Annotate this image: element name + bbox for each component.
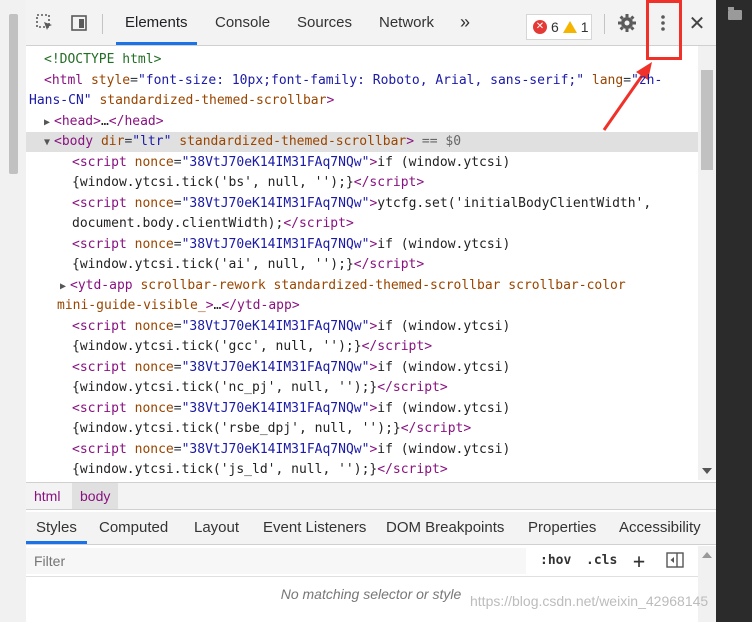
breadcrumb-body[interactable]: body — [72, 483, 119, 509]
dom-node-line[interactable]: {window.ytcsi.tick('bs', null, '');}</sc… — [26, 173, 424, 193]
styles-scrollbar[interactable] — [698, 546, 716, 622]
dom-node-line[interactable]: <script nonce="38VtJ70eK14IM31FAq7NQw">i… — [26, 153, 510, 173]
elements-scrollbar-thumb[interactable] — [701, 70, 713, 170]
add-style-rule-button[interactable]: + — [633, 551, 645, 571]
styles-filter-bar: :hov .cls + — [26, 546, 716, 577]
tab-sources[interactable]: Sources — [297, 0, 352, 45]
scroll-down-arrow[interactable] — [702, 468, 712, 474]
tab-network[interactable]: Network — [379, 0, 434, 45]
toolbar-divider — [102, 14, 103, 34]
dom-node-line[interactable]: {window.ytcsi.tick('rsbe_dpj', null, '')… — [26, 419, 471, 439]
tab-dom-breakpoints[interactable]: DOM Breakpoints — [386, 512, 504, 544]
dom-node-line[interactable]: ▶ <head>…</head> — [26, 112, 164, 132]
styles-tabs: Styles Computed Layout Event Listeners D… — [26, 512, 716, 545]
dom-node-line[interactable]: mini-guide-visible_>…</ytd-app> — [26, 296, 300, 316]
issues-badge[interactable]: ✕ 6 1 — [526, 14, 592, 40]
gear-icon[interactable] — [616, 12, 638, 34]
toolbar-divider — [604, 14, 605, 34]
tab-elements[interactable]: Elements — [116, 0, 197, 45]
dom-node-line[interactable]: {window.ytcsi.tick('gcc', null, '');}</s… — [26, 337, 432, 357]
dom-node-line[interactable]: <script nonce="38VtJ70eK14IM31FAq7NQw">i… — [26, 235, 510, 255]
hov-toggle[interactable]: :hov — [540, 551, 571, 571]
inspect-element-icon[interactable] — [34, 12, 56, 34]
toggle-sidebar-icon[interactable] — [666, 551, 684, 571]
devtools-toolbar: Elements Console Sources Network » ✕ 6 1… — [26, 0, 716, 46]
tab-layout[interactable]: Layout — [194, 512, 239, 544]
tab-console[interactable]: Console — [215, 0, 270, 45]
folder-icon[interactable] — [728, 7, 742, 20]
dom-node-line[interactable]: document.body.clientWidth);</script> — [26, 214, 354, 234]
tab-styles[interactable]: Styles — [26, 512, 87, 544]
selected-node-body[interactable]: ▼ <body dir="ltr" standardized-themed-scr… — [26, 132, 698, 152]
dom-node-line[interactable]: <script nonce="38VtJ70eK14IM31FAq7NQw">i… — [26, 440, 510, 460]
dom-node-line[interactable]: <html style="font-size: 10px;font-family… — [26, 71, 662, 91]
device-toolbar-icon[interactable] — [68, 12, 90, 34]
dom-node-line[interactable]: <script nonce="38VtJ70eK14IM31FAq7NQw">y… — [26, 194, 651, 214]
breadcrumb-html[interactable]: html — [26, 483, 68, 509]
dom-node-line[interactable]: {window.ytcsi.tick('nc_pj', null, '');}<… — [26, 378, 448, 398]
tab-properties[interactable]: Properties — [528, 512, 596, 544]
dom-node-line[interactable]: ▶ <ytd-app scrollbar-rework standardized-… — [26, 276, 626, 296]
side-panel — [716, 0, 752, 622]
elements-tree[interactable]: <!DOCTYPE html> <html style="font-size: 1… — [26, 46, 698, 480]
dom-node-line[interactable]: <script nonce="38VtJ70eK14IM31FAq7NQw">i… — [26, 358, 510, 378]
scroll-up-arrow[interactable] — [702, 552, 712, 558]
tab-event-listeners[interactable]: Event Listeners — [263, 512, 366, 544]
error-count: 6 — [551, 19, 559, 35]
cls-toggle[interactable]: .cls — [586, 551, 617, 571]
side-panel-inner — [716, 0, 752, 622]
dom-node-line[interactable]: {window.ytcsi.tick('js_ld', null, '');}<… — [26, 460, 448, 480]
styles-filter-input[interactable] — [26, 548, 526, 574]
warning-icon — [562, 21, 577, 33]
tab-computed[interactable]: Computed — [99, 512, 168, 544]
more-tabs-button[interactable]: » — [460, 0, 470, 45]
dom-node-line[interactable]: Hans-CN" standardized-themed-scrollbar> — [26, 91, 334, 111]
elements-scrollbar[interactable] — [698, 46, 716, 480]
close-devtools-button[interactable]: ✕ — [686, 11, 708, 35]
tab-accessibility[interactable]: Accessibility — [619, 512, 701, 544]
dom-node-line[interactable]: <script nonce="38VtJ70eK14IM31FAq7NQw">i… — [26, 317, 510, 337]
warning-count: 1 — [580, 19, 589, 35]
page-scrollbar[interactable] — [0, 0, 26, 622]
error-icon: ✕ — [533, 20, 547, 34]
page-scrollbar-thumb[interactable] — [9, 14, 18, 174]
breadcrumb: html body — [26, 482, 716, 510]
dom-node-line[interactable]: {window.ytcsi.tick('ai', null, '');}</sc… — [26, 255, 424, 275]
devtools-panel: Elements Console Sources Network » ✕ 6 1… — [26, 0, 716, 622]
dom-node-line[interactable]: <!DOCTYPE html> — [26, 50, 161, 70]
dom-node-line[interactable]: <script nonce="38VtJ70eK14IM31FAq7NQw">i… — [26, 399, 510, 419]
watermark: https://blog.csdn.net/weixin_42968145 — [470, 593, 709, 609]
